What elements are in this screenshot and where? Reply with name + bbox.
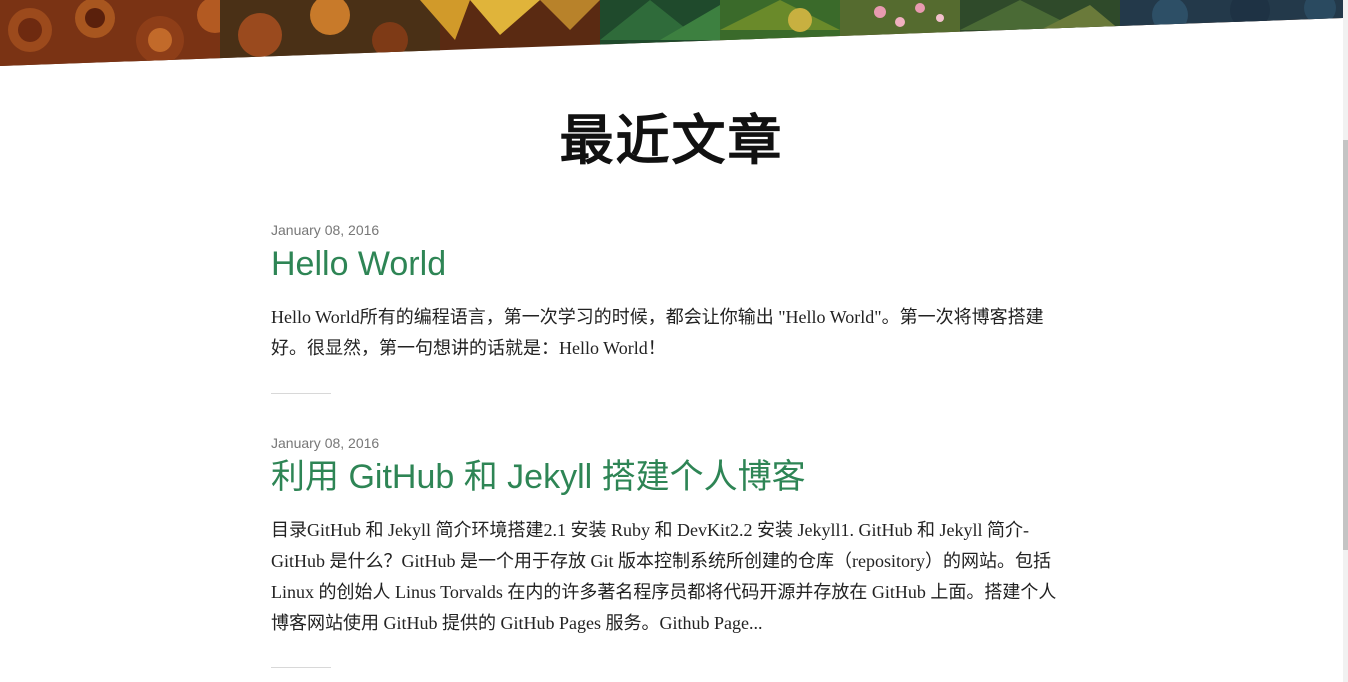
page-title: 最近文章 (559, 108, 784, 172)
post-divider (271, 667, 331, 668)
scrollbar[interactable] (1343, 0, 1348, 682)
post-excerpt: 目录GitHub 和 Jekyll 简介环境搭建2.1 安装 Ruby 和 De… (271, 520, 1057, 633)
post-divider (271, 393, 331, 394)
post-date: January 08, 2016 (271, 222, 380, 238)
scrollbar-thumb[interactable] (1343, 140, 1348, 550)
post-title-link[interactable]: 利用 GitHub 和 Jekyll 搭建个人博客 (271, 457, 806, 497)
header-banner-image (0, 0, 1343, 70)
post-item: January 08, 2016 利用 GitHub 和 Jekyll 搭建个人… (271, 433, 1071, 639)
post-item: January 08, 2016 Hello World Hello World… (271, 220, 1071, 364)
page: 最近文章 January 08, 2016 Hello World Hello … (0, 0, 1348, 682)
post-excerpt: Hello World所有的编程语言，第一次学习的时候，都会让你输出 "Hell… (271, 307, 1044, 358)
post-title-link[interactable]: Hello World (271, 244, 446, 284)
post-date: January 08, 2016 (271, 435, 380, 451)
